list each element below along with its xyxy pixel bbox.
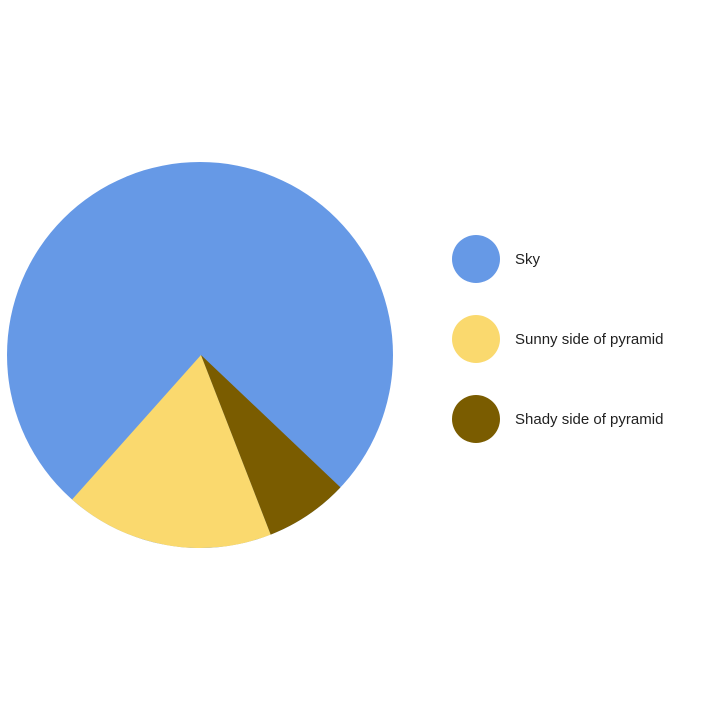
legend-label: Shady side of pyramid — [515, 411, 663, 428]
legend-marker — [452, 315, 500, 363]
pie-slices — [7, 162, 393, 548]
legend-marker — [452, 395, 500, 443]
pie-chart: Sky Sunny side of pyramid Shady side of py… — [0, 0, 720, 721]
legend-marker — [452, 235, 500, 283]
legend-label: Sunny side of pyramid — [515, 331, 663, 348]
legend-label: Sky — [515, 251, 541, 268]
